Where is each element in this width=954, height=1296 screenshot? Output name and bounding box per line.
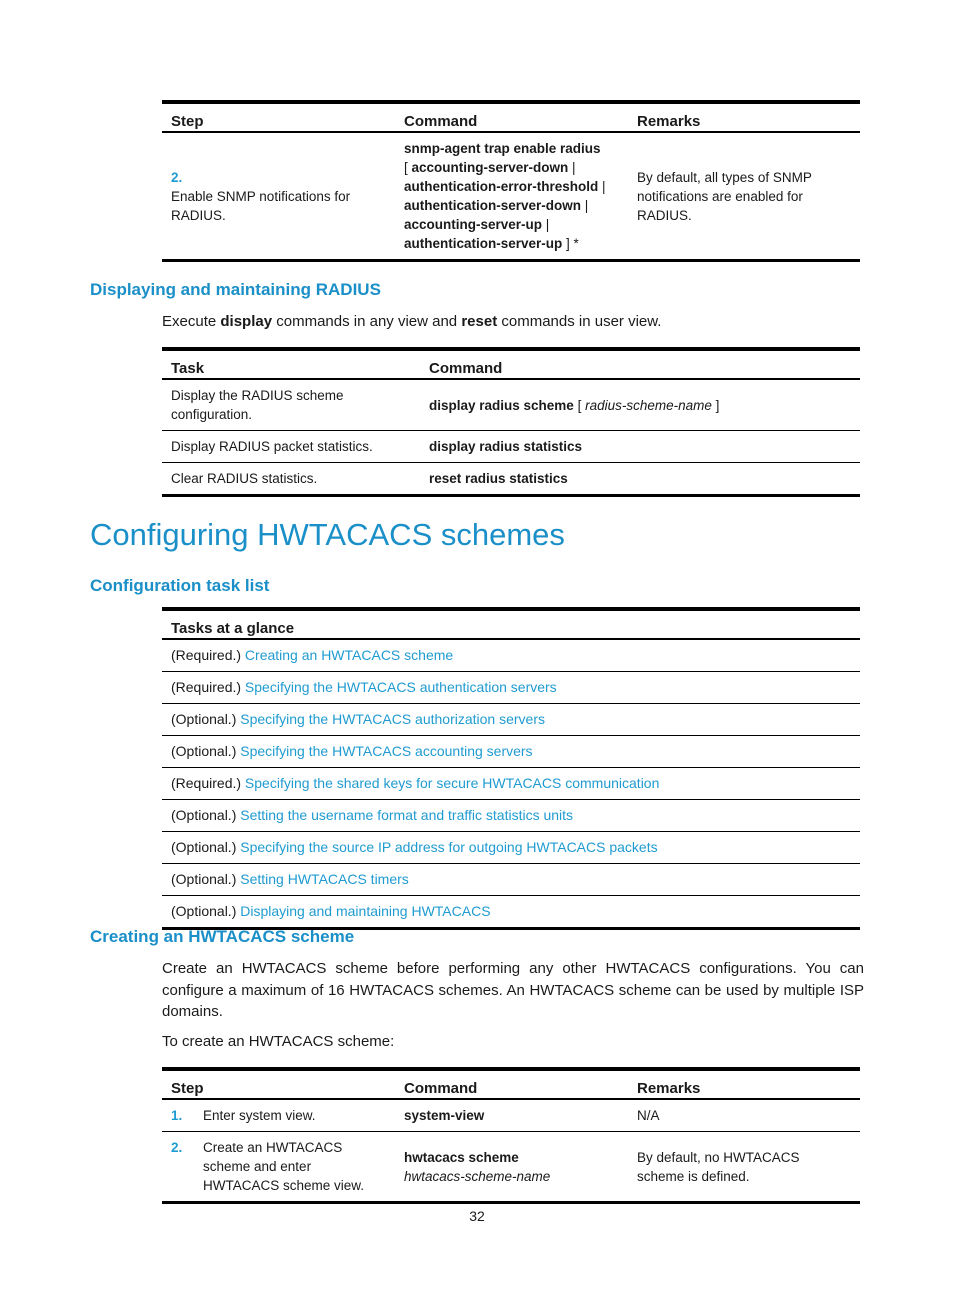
table-row: (Optional.) Setting HWTACACS timers bbox=[162, 864, 860, 896]
task-link[interactable]: Specifying the HWTACACS authorization se… bbox=[240, 711, 545, 727]
step-cell: 2. Enable SNMP notifications for RADIUS. bbox=[162, 132, 395, 261]
requirement-label: (Optional.) bbox=[171, 807, 241, 823]
table-row: (Optional.) Setting the username format … bbox=[162, 800, 860, 832]
remarks-cell: By default, all types of SNMP notificati… bbox=[637, 169, 812, 223]
step-text: Create an HWTACACS scheme and enter HWTA… bbox=[203, 1140, 365, 1193]
task-cell: Clear RADIUS statistics. bbox=[171, 471, 318, 486]
requirement-label: (Required.) bbox=[171, 647, 245, 663]
chapter-title: Configuring HWTACACS schemes bbox=[90, 517, 565, 552]
create-scheme-step-table: Step Command Remarks 1. Enter system view… bbox=[162, 1067, 860, 1204]
section-heading-create-scheme: Creating an HWTACACS scheme bbox=[90, 927, 355, 946]
task-link[interactable]: Creating an HWTACACS scheme bbox=[245, 647, 453, 663]
table-row: (Required.) Creating an HWTACACS scheme bbox=[162, 639, 860, 672]
step-text: Enter system view. bbox=[203, 1108, 316, 1123]
table-header-row: Task Command bbox=[162, 349, 860, 379]
command-line: [ accounting-server-down | bbox=[404, 160, 576, 175]
step-number: 2. bbox=[171, 1140, 183, 1155]
table-row: 1. Enter system view. system-view N/A bbox=[162, 1099, 860, 1132]
command-line: authentication-server-up ] * bbox=[404, 236, 579, 251]
command-line: snmp-agent trap enable radius bbox=[404, 141, 601, 156]
task-link[interactable]: Specifying the HWTACACS accounting serve… bbox=[240, 743, 532, 759]
table-row: 2.Enable SNMP notifications for RADIUS. … bbox=[162, 132, 860, 261]
table-row: Display RADIUS packet statistics. displa… bbox=[162, 431, 860, 463]
command-cell: display radius scheme [ radius-scheme-na… bbox=[429, 397, 720, 413]
remarks-cell: By default, no HWTACACS scheme is define… bbox=[637, 1149, 800, 1184]
column-header-step: Step bbox=[171, 1080, 204, 1097]
task-link[interactable]: Displaying and maintaining HWTACACS bbox=[240, 903, 490, 919]
remarks-cell: N/A bbox=[637, 1108, 660, 1123]
command-cell: display radius statistics bbox=[429, 439, 583, 454]
table-row: Display the RADIUS scheme configuration.… bbox=[162, 379, 860, 431]
snmp-step-table: Step Command Remarks 2. Enable SNMP notif… bbox=[162, 100, 860, 262]
column-header-remarks: Remarks bbox=[637, 113, 701, 130]
requirement-label: (Optional.) bbox=[171, 839, 241, 855]
task-link[interactable]: Specifying the HWTACACS authentication s… bbox=[245, 679, 557, 695]
column-header-command: Command bbox=[404, 1080, 478, 1097]
requirement-label: (Optional.) bbox=[171, 743, 241, 759]
task-cell: Display RADIUS packet statistics. bbox=[171, 439, 373, 454]
table-header-row: Tasks at a glance bbox=[162, 609, 860, 639]
step-number: 2. bbox=[171, 169, 183, 185]
column-header-command: Command bbox=[429, 360, 503, 377]
radius-display-table: Task Command Display the RADIUS scheme c… bbox=[162, 347, 860, 497]
table-row: (Optional.) Specifying the source IP add… bbox=[162, 832, 860, 864]
column-header-step: Step bbox=[171, 113, 204, 130]
step-number: 1. bbox=[171, 1108, 183, 1123]
create-scheme-paragraph: Create an HWTACACS scheme before perform… bbox=[162, 960, 864, 1020]
table-row: (Required.) Specifying the shared keys f… bbox=[162, 768, 860, 800]
command-line: authentication-error-threshold | bbox=[404, 179, 606, 194]
column-header-command: Command bbox=[404, 113, 478, 130]
table-row: (Required.) Specifying the HWTACACS auth… bbox=[162, 672, 860, 704]
table-row: (Optional.) Specifying the HWTACACS acco… bbox=[162, 736, 860, 768]
step-text: Enable SNMP notifications for RADIUS. bbox=[171, 188, 351, 223]
command-line: authentication-server-down | bbox=[404, 198, 589, 213]
command-cell: reset radius statistics bbox=[429, 471, 568, 486]
table-header-row: Step Command Remarks bbox=[162, 102, 860, 132]
requirement-label: (Optional.) bbox=[171, 903, 241, 919]
table-row: (Optional.) Specifying the HWTACACS auth… bbox=[162, 704, 860, 736]
command-cell: hwtacacs scheme hwtacacs-scheme-name bbox=[404, 1149, 551, 1184]
radius-intro-paragraph: Execute display commands in any view and… bbox=[162, 313, 662, 330]
create-scheme-lead-in: To create an HWTACACS scheme: bbox=[162, 1033, 395, 1050]
section-heading-radius: Displaying and maintaining RADIUS bbox=[90, 280, 381, 299]
task-link[interactable]: Specifying the shared keys for secure HW… bbox=[245, 775, 659, 791]
column-header-task: Task bbox=[171, 360, 205, 377]
requirement-label: (Optional.) bbox=[171, 871, 241, 887]
task-link[interactable]: Setting HWTACACS timers bbox=[240, 871, 409, 887]
step-cell: 2. Create an HWTACACS scheme and enter HW… bbox=[162, 1132, 395, 1203]
table-row: 2. Create an HWTACACS scheme and enter HW… bbox=[162, 1132, 860, 1203]
column-header-tasks: Tasks at a glance bbox=[171, 620, 295, 637]
requirement-label: (Optional.) bbox=[171, 711, 241, 727]
table-header-row: Step Command Remarks bbox=[162, 1069, 860, 1099]
section-heading-task-list: Configuration task list bbox=[90, 576, 270, 595]
column-header-remarks: Remarks bbox=[637, 1080, 701, 1097]
page-number: 32 bbox=[469, 1208, 485, 1224]
task-link[interactable]: Setting the username format and traffic … bbox=[240, 807, 573, 823]
table-row: Clear RADIUS statistics. reset radius st… bbox=[162, 463, 860, 496]
task-cell: Display the RADIUS scheme configuration. bbox=[171, 388, 344, 422]
table-row: (Optional.) Displaying and maintaining H… bbox=[162, 896, 860, 929]
step-cell: 1. Enter system view. bbox=[162, 1099, 395, 1132]
requirement-label: (Required.) bbox=[171, 775, 245, 791]
command-cell: snmp-agent trap enable radius [ accounti… bbox=[395, 132, 628, 261]
command-cell: system-view bbox=[404, 1108, 485, 1123]
requirement-label: (Required.) bbox=[171, 679, 245, 695]
task-link[interactable]: Specifying the source IP address for out… bbox=[240, 839, 657, 855]
command-line: accounting-server-up | bbox=[404, 217, 550, 232]
task-list-table: Tasks at a glance (Required.) Creating a… bbox=[162, 607, 860, 930]
